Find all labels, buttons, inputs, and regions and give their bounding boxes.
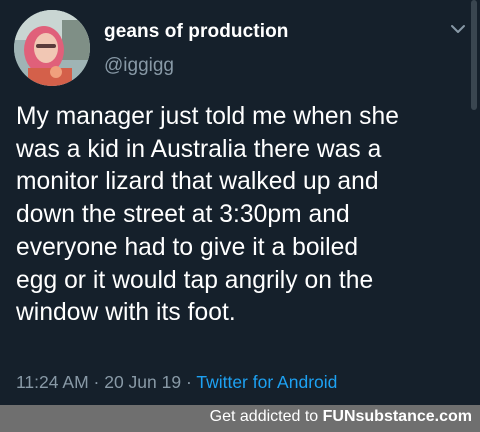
meta-separator: · (185, 372, 192, 392)
display-name[interactable]: geans of production (104, 21, 289, 43)
watermark-bar: Get addicted to FUNsubstance.com (0, 405, 480, 432)
tweet-card: geans of production @iggigg My manager j… (0, 0, 480, 405)
tweet-date[interactable]: 20 Jun 19 (104, 372, 181, 392)
tweet-source-link[interactable]: Twitter for Android (196, 372, 337, 392)
tweet-text: My manager just told me when she was a k… (16, 103, 399, 327)
watermark: Get addicted to FUNsubstance.com (210, 408, 472, 426)
tweet-meta: 11:24 AM · 20 Jun 19 · Twitter for Andro… (16, 372, 337, 393)
tweet-time[interactable]: 11:24 AM (16, 372, 89, 392)
chevron-down-icon[interactable] (449, 22, 467, 36)
avatar[interactable] (14, 10, 90, 86)
watermark-brand: FUNsubstance.com (322, 408, 472, 425)
scrollbar[interactable] (471, 0, 477, 110)
user-handle[interactable]: @iggigg (104, 55, 174, 77)
watermark-prefix: Get addicted to (209, 408, 319, 425)
avatar-image (14, 10, 90, 86)
meta-separator: · (93, 372, 100, 392)
